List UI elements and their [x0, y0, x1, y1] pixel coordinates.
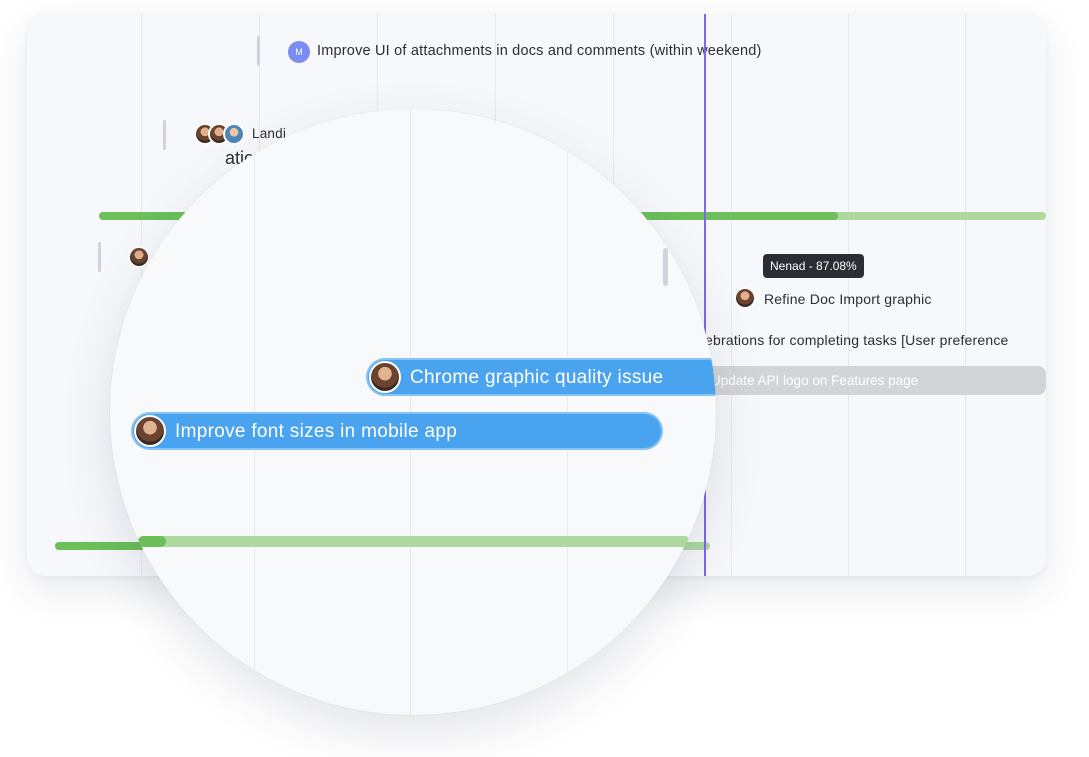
task-bar-font-sizes[interactable]: Improve font sizes in mobile app — [131, 412, 663, 450]
task-label-celebrations[interactable]: ebrations for completing tasks [User pre… — [705, 332, 1009, 348]
task-bar-label: Chrome graphic quality issue — [410, 367, 664, 388]
assignee-avatar[interactable] — [134, 415, 166, 447]
magnifier-lens: Chrome graphic quality issue Improve fon… — [110, 109, 716, 715]
task-drag-handle[interactable] — [98, 242, 101, 272]
task-label-attachments-ui[interactable]: Improve UI of attachments in docs and co… — [317, 43, 762, 59]
assignee-avatar[interactable] — [734, 287, 756, 309]
task-drag-handle[interactable] — [663, 248, 668, 286]
task-bar-label: Update API logo on Features page — [711, 373, 919, 388]
timeline-gridline — [731, 14, 732, 576]
assignee-avatar[interactable] — [223, 123, 245, 145]
assignee-avatar[interactable] — [369, 361, 401, 393]
timeline-gridline — [965, 14, 966, 576]
assignee-avatar[interactable]: M — [288, 41, 310, 63]
group-progress-bar[interactable] — [138, 536, 690, 547]
task-bar-label: Improve font sizes in mobile app — [175, 421, 458, 442]
task-drag-handle[interactable] — [257, 36, 260, 66]
task-bar-chrome-graphic[interactable]: Chrome graphic quality issue — [366, 358, 716, 396]
task-drag-handle[interactable] — [163, 120, 166, 150]
task-bar-update-api[interactable]: Update API logo on Features page — [703, 366, 1046, 395]
group-progress-fill — [138, 536, 166, 547]
task-label-refine-doc[interactable]: Refine Doc Import graphic — [764, 291, 932, 307]
progress-tooltip: Nenad - 87.08% — [763, 254, 864, 278]
